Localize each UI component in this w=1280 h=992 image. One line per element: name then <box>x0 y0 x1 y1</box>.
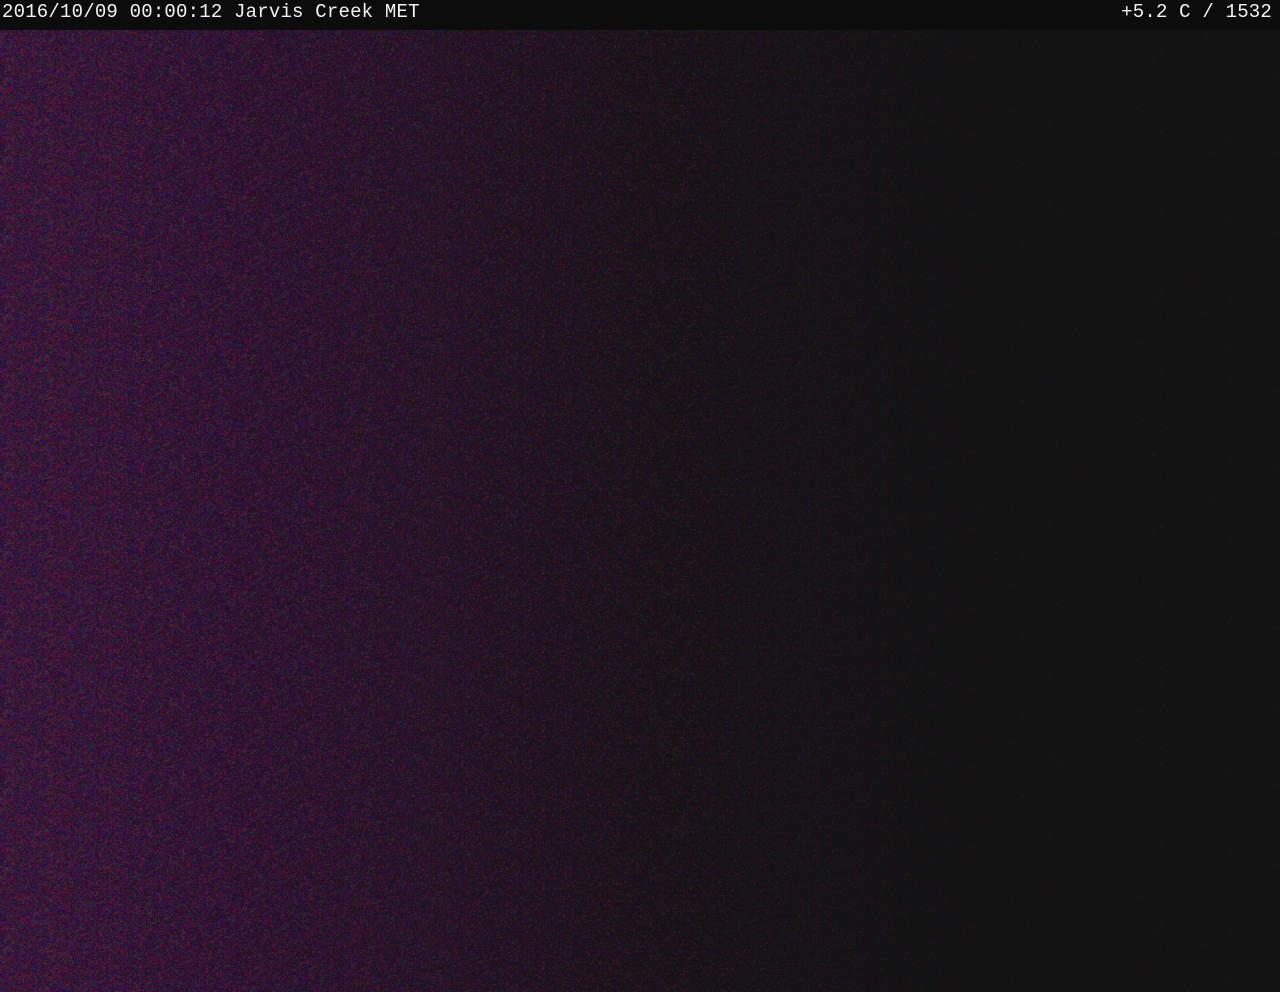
temperature-readout: +5.2 C / 1532 <box>1121 1 1272 23</box>
timestamp-location-label: 2016/10/09 00:00:12 Jarvis Creek MET <box>2 0 420 24</box>
location-name: Jarvis Creek MET <box>234 1 420 23</box>
sensor-noise <box>0 30 1280 992</box>
webcam-frame: 2016/10/09 00:00:12 Jarvis Creek MET +5.… <box>0 0 1280 992</box>
timestamp: 2016/10/09 00:00:12 <box>2 1 223 23</box>
